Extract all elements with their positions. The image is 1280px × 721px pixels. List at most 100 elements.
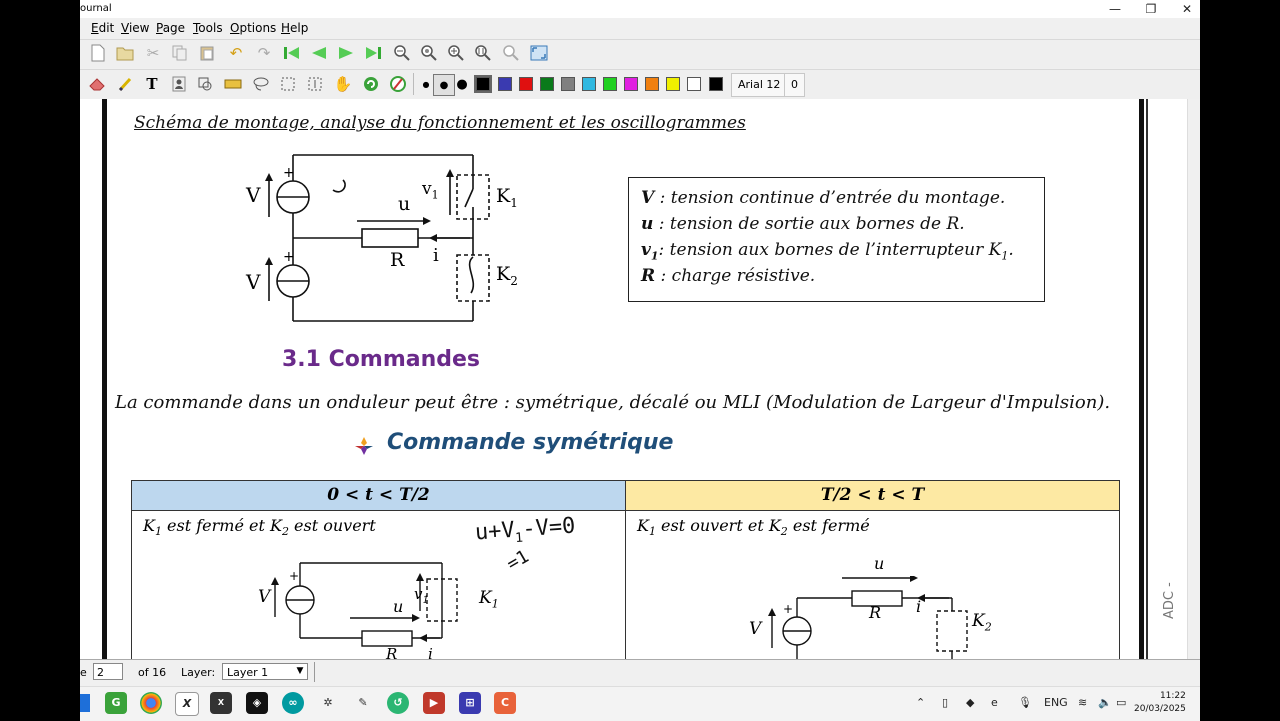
taskbar-app-10-icon[interactable]: ▶ — [423, 692, 445, 714]
vertical-space-icon[interactable] — [305, 74, 325, 94]
circuit-label-u: u — [398, 193, 411, 215]
new-file-icon[interactable] — [88, 43, 108, 63]
size-field[interactable]: 0 — [784, 73, 805, 97]
table-cell-col2-text: K1 est ouvert et K2 est fermé — [637, 516, 870, 539]
tray-device-icon[interactable]: ▯ — [942, 696, 948, 709]
eraser-icon[interactable] — [87, 74, 107, 94]
color-gray-swatch[interactable] — [561, 77, 575, 91]
tray-app-icon[interactable]: ◆ — [966, 696, 974, 709]
shape-recognizer-icon[interactable] — [195, 74, 215, 94]
subsection-title: Commande symétrique — [387, 430, 674, 455]
minimize-button[interactable]: — — [1100, 1, 1130, 17]
taskbar-app-8-icon[interactable]: ✎ — [352, 692, 374, 714]
xournal-icon[interactable]: X — [175, 692, 199, 716]
zoom-page-width-icon[interactable] — [501, 43, 521, 63]
menu-options[interactable]: Options — [230, 21, 276, 35]
redo-icon[interactable]: ↷ — [254, 43, 274, 63]
small-plus-right: + — [783, 602, 794, 616]
zoom-100-icon[interactable] — [473, 43, 493, 63]
taskbar-app-12-icon[interactable]: C — [494, 692, 516, 714]
legend-line-R: R : charge résistive. — [641, 266, 816, 286]
taskbar-app-1-icon[interactable]: G — [105, 692, 127, 714]
color-light-green-swatch[interactable] — [603, 77, 617, 91]
paste-icon[interactable] — [197, 43, 217, 63]
section-title: 3.1 Commandes — [282, 347, 481, 372]
undo-icon[interactable]: ↶ — [226, 43, 246, 63]
volume-icon[interactable]: 🔈 — [1098, 696, 1112, 709]
fullscreen-icon[interactable] — [529, 43, 549, 63]
open-file-icon[interactable] — [115, 43, 135, 63]
default-pen-icon[interactable] — [388, 74, 408, 94]
small-label-i-right: i — [916, 597, 922, 616]
tray-mic-icon[interactable]: 🎙 — [1018, 696, 1032, 709]
circuit-k1-closed-diagram — [271, 562, 458, 647]
color-yellow-swatch[interactable] — [666, 77, 680, 91]
layer-dropdown-icon[interactable]: ▼ — [292, 663, 308, 680]
clock[interactable]: 11:22 20/03/2025 — [1134, 690, 1186, 716]
taskbar-app-5-icon[interactable]: ◈ — [246, 692, 268, 714]
text-tool-icon[interactable]: T — [142, 74, 162, 94]
small-label-R-left: R — [386, 645, 398, 659]
rect-select-icon[interactable] — [278, 74, 298, 94]
menu-edit[interactable]: Edit — [91, 21, 114, 35]
color-green-swatch[interactable] — [540, 77, 554, 91]
menu-tools[interactable]: Tools — [193, 21, 223, 35]
language-indicator[interactable]: ENG — [1044, 696, 1068, 709]
page-number-field[interactable]: 2 — [93, 663, 123, 680]
close-button[interactable]: ✕ — [1172, 1, 1200, 17]
lasso-select-icon[interactable] — [251, 74, 271, 94]
menu-view[interactable]: View — [121, 21, 149, 35]
circuit-label-R: R — [390, 249, 405, 271]
menu-help[interactable]: Help — [281, 21, 308, 35]
clock-time: 11:22 — [1159, 691, 1186, 701]
layer-label: Layer: — [181, 666, 216, 679]
first-page-icon[interactable] — [282, 43, 302, 63]
taskbar-app-11-icon[interactable]: ⊞ — [459, 692, 481, 714]
color-magenta-swatch[interactable] — [624, 77, 638, 91]
tray-edge-icon[interactable]: e — [991, 696, 998, 709]
previous-page-icon[interactable] — [309, 43, 329, 63]
legend-line-V: V : tension continue d’entrée du montage… — [641, 188, 1006, 208]
menu-page[interactable]: Page — [156, 21, 185, 35]
small-label-u-left: u — [393, 597, 404, 616]
maximize-button[interactable]: ❐ — [1136, 1, 1166, 17]
chrome-icon[interactable] — [140, 692, 162, 714]
image-tool-icon[interactable] — [169, 74, 189, 94]
taskbar-app-4-icon[interactable]: X — [210, 692, 232, 714]
circuit-label-v1: V — [246, 183, 261, 207]
taskbar-app-9-icon[interactable]: ↺ — [387, 692, 409, 714]
page-heading: Schéma de montage, analyse du fonctionne… — [134, 113, 746, 133]
color-custom-swatch[interactable] — [709, 77, 723, 91]
taskbar-app-7-icon[interactable]: ✲ — [317, 692, 339, 714]
color-orange-swatch[interactable] — [645, 77, 659, 91]
hand-tool-icon[interactable]: ✋ — [333, 74, 353, 94]
arduino-icon[interactable]: ∞ — [282, 692, 304, 714]
menu-bar: Edit View Page Tools Options Help — [80, 18, 1200, 38]
tray-expand-icon[interactable]: ⌃ — [916, 696, 925, 709]
document-canvas[interactable]: Schéma de montage, analyse du fonctionne… — [80, 99, 1200, 659]
color-black-swatch[interactable] — [474, 75, 492, 93]
color-white-swatch[interactable] — [687, 77, 701, 91]
zoom-in-icon[interactable] — [446, 43, 466, 63]
table-cell-col1-text: K1 est fermé et K2 est ouvert — [143, 516, 376, 539]
default-tool-icon[interactable] — [361, 74, 381, 94]
highlighter-icon[interactable] — [115, 74, 135, 94]
cut-icon[interactable]: ✂ — [143, 43, 163, 63]
thickness-thick-icon[interactable]: ● — [452, 74, 472, 94]
zoom-fit-icon[interactable] — [419, 43, 439, 63]
bullet-diamond-icon — [355, 437, 373, 455]
font-selector[interactable]: Arial 12 — [731, 73, 788, 97]
ruler-icon[interactable] — [223, 74, 243, 94]
next-page-icon[interactable] — [336, 43, 356, 63]
vertical-scrollbar[interactable] — [1187, 99, 1200, 659]
start-icon[interactable] — [80, 694, 90, 712]
battery-icon[interactable]: ▭ — [1116, 696, 1126, 709]
last-page-icon[interactable] — [363, 43, 383, 63]
zoom-out-icon[interactable] — [392, 43, 412, 63]
xournal-window: ournal — ❐ ✕ Edit View Page Tools Option… — [80, 0, 1200, 686]
color-light-blue-swatch[interactable] — [582, 77, 596, 91]
wifi-icon[interactable]: ≋ — [1078, 696, 1087, 709]
color-blue-swatch[interactable] — [498, 77, 512, 91]
copy-icon[interactable] — [170, 43, 190, 63]
color-red-swatch[interactable] — [519, 77, 533, 91]
